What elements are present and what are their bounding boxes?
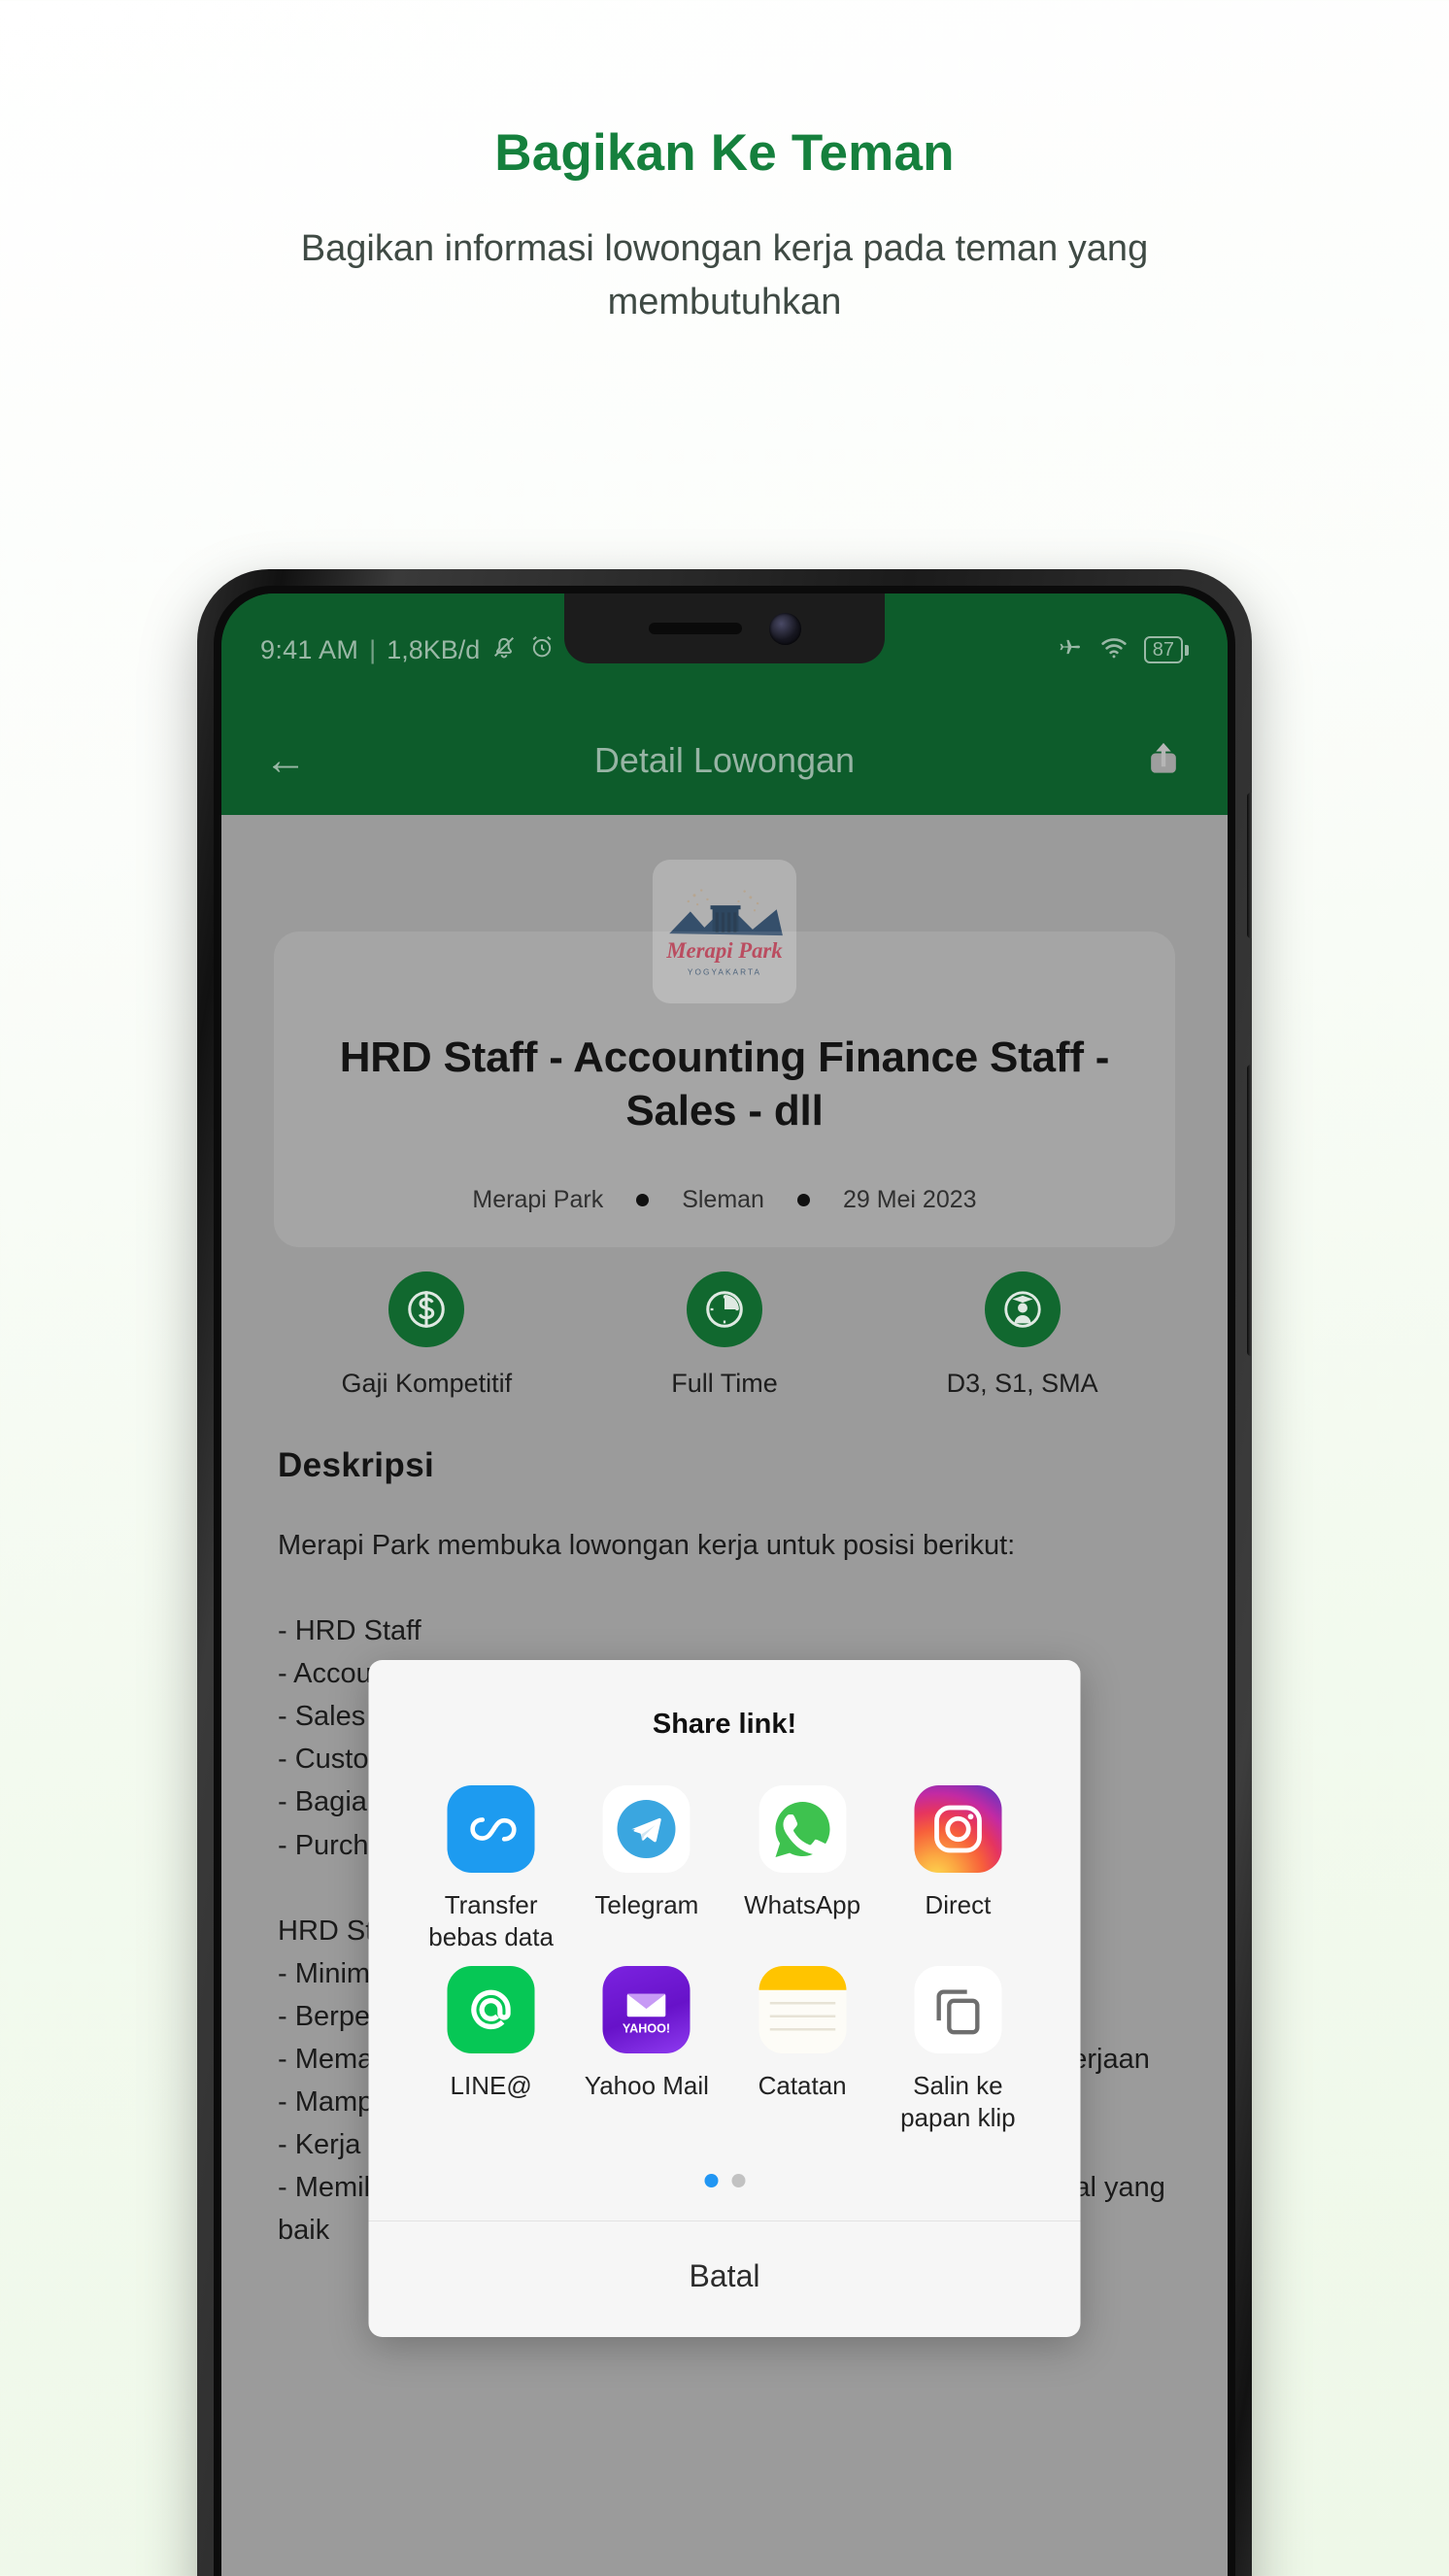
svg-text:YAHOO!: YAHOO! (623, 2021, 670, 2035)
status-separator: | (369, 634, 377, 664)
bell-off-icon (490, 633, 518, 667)
share-target-label: Yahoo Mail (584, 2071, 709, 2100)
phone-volume-button (1247, 793, 1252, 938)
feature-label: Gaji Kompetitif (341, 1369, 513, 1398)
share-target-yahoo-mail[interactable]: YAHOO! Yahoo Mail (569, 1966, 724, 2133)
share-target-label: Salin ke papan klip (900, 2071, 1016, 2132)
back-icon[interactable]: ← (264, 739, 307, 782)
share-target-label: Direct (925, 1890, 992, 1919)
airplane-mode-icon (1053, 631, 1084, 669)
share-target-label: LINE@ (450, 2071, 532, 2100)
line-at-icon (447, 1966, 535, 2053)
share-target-label: WhatsApp (744, 1890, 861, 1919)
share-target-telegram[interactable]: Telegram (569, 1785, 724, 1952)
pager-dot-active[interactable] (704, 2174, 718, 2187)
status-bar: 9:41 AM | 1,8KB/d 87 (221, 593, 1228, 706)
feature-label: Full Time (671, 1369, 778, 1398)
phone-notch (564, 593, 885, 663)
share-dialog-title: Share link! (652, 1709, 797, 1740)
share-upload-icon[interactable] (1142, 737, 1185, 785)
alarm-icon (528, 633, 556, 667)
share-target-grid: Transfer bebas data Telegram WhatsApp Di… (369, 1746, 1081, 2133)
instagram-icon (914, 1785, 1002, 1873)
battery-icon: 87 (1143, 636, 1189, 663)
app-bar-title: Detail Lowongan (593, 740, 856, 780)
share-target-catatan[interactable]: Catatan (724, 1966, 880, 2133)
wifi-icon (1098, 631, 1129, 669)
feature-worktype: Full Time (613, 1271, 836, 1399)
job-summary-card: HRD Staff - Accounting Finance Staff - S… (274, 932, 1175, 1247)
phone-bezel: 9:41 AM | 1,8KB/d 87 ← Detail Lowongan M… (214, 586, 1235, 2576)
app-bar: ← Detail Lowongan (221, 706, 1228, 815)
meta-dot-icon (636, 1194, 650, 1206)
share-target-line-at[interactable]: LINE@ (414, 1966, 569, 2133)
whatsapp-icon (758, 1785, 847, 1873)
notes-icon (758, 1966, 847, 2053)
battery-level: 87 (1143, 636, 1183, 663)
feature-salary: Gaji Kompetitif (315, 1271, 538, 1399)
meta-dot-icon (796, 1194, 810, 1206)
description-heading: Deskripsi (278, 1446, 435, 1484)
share-target-label: Transfer bebas data (428, 1890, 554, 1951)
page-subtitle: Bagikan informasi lowongan kerja pada te… (300, 227, 1149, 323)
earpiece-speaker (648, 623, 742, 634)
phone-power-button (1247, 1065, 1252, 1356)
share-target-label: Telegram (594, 1890, 699, 1919)
infinity-icon (447, 1785, 535, 1873)
status-data-rate: 1,8KB/d (387, 634, 481, 664)
dollar-coin-icon (388, 1271, 465, 1347)
clock-icon (686, 1271, 762, 1347)
graduate-person-icon (984, 1271, 1061, 1347)
share-target-salin-ke-papan-klip[interactable]: Salin ke papan klip (880, 1966, 1035, 2133)
feature-label: D3, S1, SMA (946, 1369, 1098, 1398)
share-pager[interactable] (369, 2133, 1081, 2220)
promo-header: Bagikan Ke Teman Bagikan informasi lowon… (0, 0, 1449, 329)
job-company: Merapi Park (472, 1186, 604, 1213)
status-time: 9:41 AM (260, 634, 359, 664)
page-title: Bagikan Ke Teman (494, 124, 955, 182)
job-title: HRD Staff - Accounting Finance Staff - S… (339, 1034, 1110, 1135)
job-date: 29 Mei 2023 (842, 1186, 977, 1213)
feature-education: D3, S1, SMA (911, 1271, 1134, 1399)
front-camera (768, 612, 801, 645)
copy-icon (914, 1966, 1002, 2053)
share-target-transfer-bebas-data[interactable]: Transfer bebas data (414, 1785, 569, 1952)
share-target-direct[interactable]: Direct (880, 1785, 1035, 1952)
share-dialog: Share link! Transfer bebas data Telegram… (368, 1660, 1081, 2337)
share-target-whatsapp[interactable]: WhatsApp (724, 1785, 880, 1952)
cancel-button[interactable]: Batal (369, 2221, 1081, 2337)
share-target-label: Catatan (758, 2071, 847, 2100)
job-location: Sleman (682, 1186, 764, 1213)
phone-mockup: 9:41 AM | 1,8KB/d 87 ← Detail Lowongan M… (197, 569, 1252, 2576)
job-features-row: Gaji Kompetitif Full Time D3, S1, SMA (221, 1271, 1228, 1399)
yahoo-mail-icon: YAHOO! (602, 1966, 691, 2053)
job-meta-row: Merapi Park Sleman 29 Mei 2023 (317, 1186, 1132, 1214)
pager-dot[interactable] (731, 2174, 745, 2187)
telegram-icon (602, 1785, 691, 1873)
phone-screen: 9:41 AM | 1,8KB/d 87 ← Detail Lowongan M… (221, 593, 1228, 2576)
